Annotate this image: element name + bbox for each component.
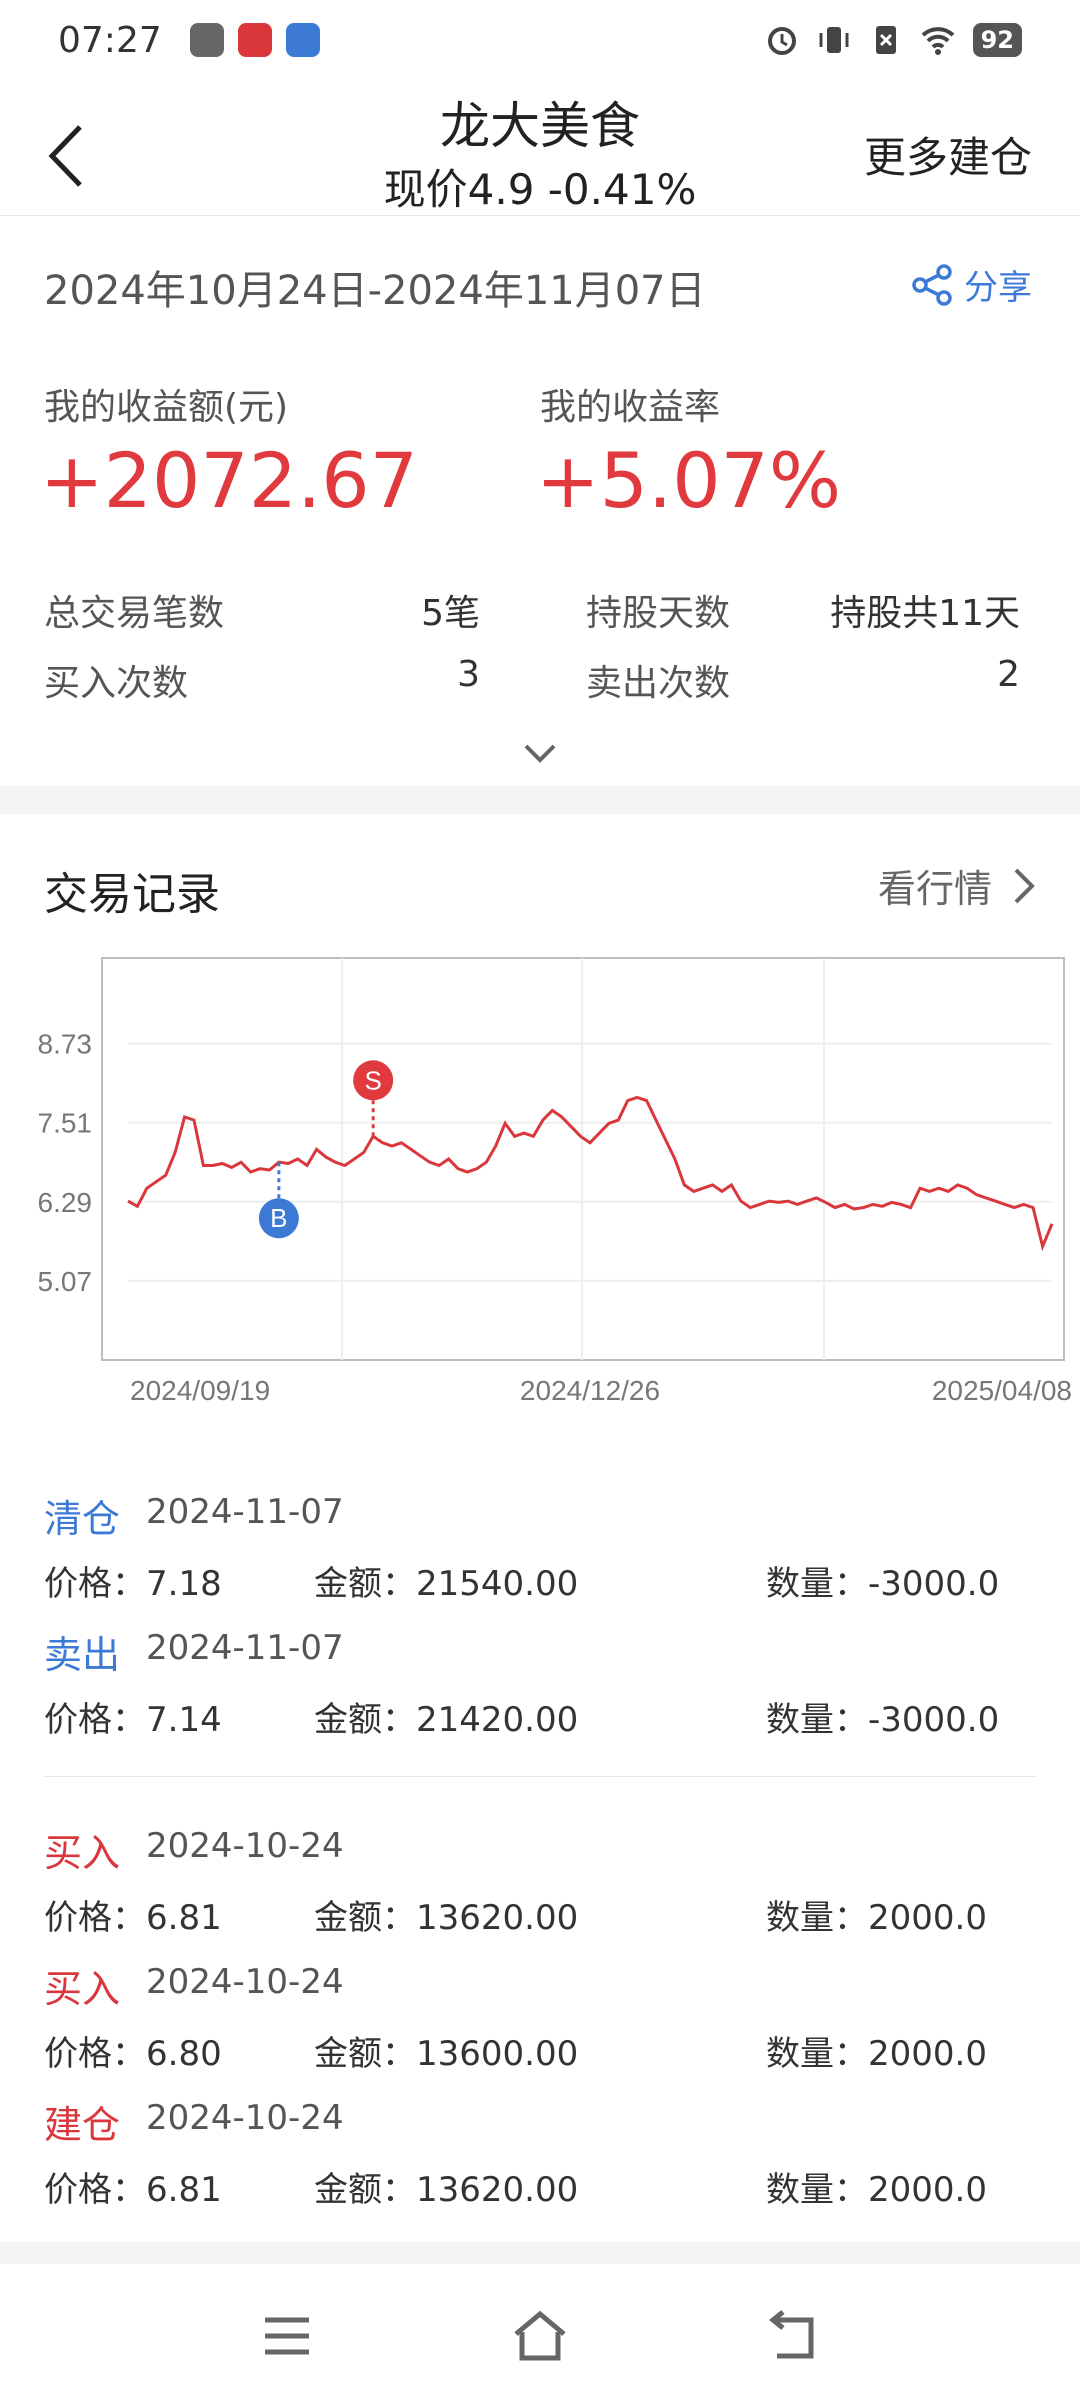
record-date: 2024-11-07 xyxy=(146,1628,344,1668)
home-icon[interactable] xyxy=(510,2306,570,2366)
stat-label: 卖出次数 xyxy=(586,663,731,704)
record-amount: 金额：21540.00 xyxy=(314,1564,579,1604)
rate-value: +5.07% xyxy=(536,436,842,525)
x-tick-label: 2024/12/26 xyxy=(520,1375,660,1406)
x-tick-label: 2025/04/08 xyxy=(932,1375,1072,1406)
record-group-divider xyxy=(44,1776,1036,1777)
record-price: 价格：7.14 xyxy=(44,1700,222,1740)
back-icon[interactable] xyxy=(763,2306,823,2366)
status-time: 07:27 xyxy=(58,19,162,61)
record-type: 清仓 xyxy=(44,1497,121,1541)
share-label: 分享 xyxy=(964,268,1032,308)
record-type: 买入 xyxy=(44,1831,121,1875)
system-nav-bar xyxy=(0,2264,1080,2408)
share-icon xyxy=(912,263,952,306)
status-bar: 07:27 92 xyxy=(0,0,1080,80)
sim-disabled-icon xyxy=(875,26,896,54)
stat-label: 买入次数 xyxy=(44,663,189,704)
record-date: 2024-10-24 xyxy=(146,2098,344,2138)
y-tick-label: 8.73 xyxy=(38,1029,93,1060)
y-tick-label: 5.07 xyxy=(38,1266,93,1297)
stat-label: 总交易笔数 xyxy=(44,593,225,634)
view-market-label: 看行情 xyxy=(877,867,992,911)
record-quantity: 数量：2000.0 xyxy=(766,1898,987,1938)
record-price: 价格：6.80 xyxy=(44,2034,222,2074)
x-tick-label: 2024/09/19 xyxy=(130,1375,270,1406)
record-amount: 金额：21420.00 xyxy=(314,1700,579,1740)
stat-value: 3 xyxy=(457,654,480,695)
menu-icon[interactable] xyxy=(257,2306,317,2366)
more-positions-button[interactable]: 更多建仓 xyxy=(864,124,1032,185)
status-app-icons xyxy=(189,23,320,57)
y-tick-label: 6.29 xyxy=(38,1187,93,1218)
chevron-right-icon xyxy=(1014,868,1035,903)
app-notification-icon xyxy=(237,23,272,57)
view-market-link[interactable]: 看行情 xyxy=(878,858,1036,913)
bottom-divider xyxy=(0,2242,1080,2264)
y-tick-label: 7.51 xyxy=(38,1108,93,1139)
record-price: 价格：6.81 xyxy=(44,1898,222,1938)
record-date: 2024-11-07 xyxy=(146,1492,344,1532)
record-quantity: 数量：2000.0 xyxy=(766,2034,987,2074)
section-divider xyxy=(0,786,1080,814)
record-amount: 金额：13620.00 xyxy=(314,1898,579,1938)
stat-value: 5笔 xyxy=(421,593,480,634)
record-quantity: 数量：-3000.0 xyxy=(766,1564,1000,1604)
date-range: 2024年10月24日-2024年11月07日 xyxy=(44,268,706,314)
rate-label: 我的收益率 xyxy=(540,387,721,428)
section-title: 交易记录 xyxy=(44,869,220,920)
record-price: 价格：6.81 xyxy=(44,2170,222,2210)
record-amount: 金额：13600.00 xyxy=(314,2034,579,2074)
x-axis: 2024/09/19 2024/12/26 2025/04/08 xyxy=(130,1375,1072,1406)
alarm-icon xyxy=(767,27,796,55)
y-axis: 8.73 7.51 6.29 5.07 xyxy=(38,1029,93,1297)
page-header: 龙大美食 现价4.9 -0.41% 更多建仓 xyxy=(0,80,1080,216)
price-chart: 8.737.516.295.07 2024/09/19 2024/12/26 202… xyxy=(38,957,1072,1406)
record-type: 建仓 xyxy=(44,2103,121,2147)
stat-label: 持股天数 xyxy=(586,593,731,634)
marker-label: S xyxy=(364,1065,381,1095)
record-amount: 金额：13620.00 xyxy=(314,2170,579,2210)
battery-indicator: 92 xyxy=(972,23,1022,57)
app-notification-icon xyxy=(189,23,224,57)
wifi-icon xyxy=(921,27,954,55)
marker-label: B xyxy=(270,1203,287,1233)
record-quantity: 数量：-3000.0 xyxy=(766,1700,1000,1740)
stat-value: 持股共11天 xyxy=(830,593,1020,634)
chevron-down-icon[interactable] xyxy=(518,738,562,768)
stat-value: 2 xyxy=(997,654,1020,695)
record-date: 2024-10-24 xyxy=(146,1962,344,2002)
record-date: 2024-10-24 xyxy=(146,1826,344,1866)
share-button[interactable]: 分享 xyxy=(910,260,1032,309)
app-notification-icon xyxy=(285,23,320,57)
profit-value: +2072.67 xyxy=(40,436,418,525)
record-price: 价格：7.18 xyxy=(44,1564,222,1604)
profit-label: 我的收益额(元) xyxy=(44,387,289,428)
record-quantity: 数量：2000.0 xyxy=(766,2170,987,2210)
record-type: 卖出 xyxy=(44,1633,121,1677)
vibrate-icon xyxy=(819,27,849,53)
record-type: 买入 xyxy=(44,1967,121,2011)
